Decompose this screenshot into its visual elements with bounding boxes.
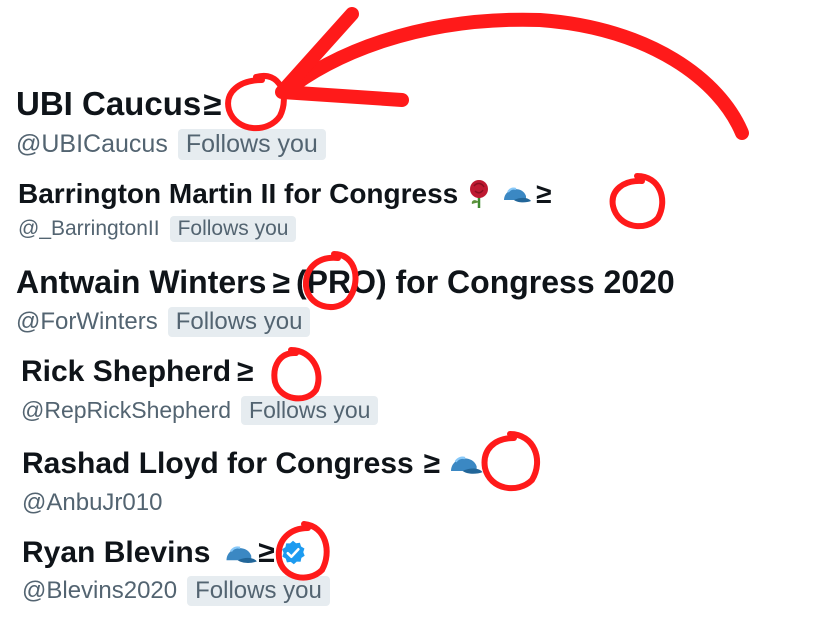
follows-you-badge: Follows you bbox=[187, 576, 330, 606]
geq-symbol: ≥ bbox=[423, 447, 441, 480]
geq-symbol: ≥ bbox=[272, 263, 290, 300]
blue-cap-emoji bbox=[500, 182, 532, 206]
username-handle[interactable]: @AnbuJr010 bbox=[22, 489, 162, 517]
profile-barrington-martin: Barrington Martin II for Congress ≥ @_Ba… bbox=[18, 176, 552, 243]
display-name-line[interactable]: Antwain Winters ≥ (PRO) for Congress 202… bbox=[16, 262, 675, 302]
username-handle[interactable]: @Blevins2020 bbox=[22, 577, 177, 605]
verified-badge-icon bbox=[279, 539, 307, 567]
rose-emoji bbox=[466, 179, 492, 209]
geq-symbol: ≥ bbox=[258, 536, 275, 569]
display-name[interactable]: Barrington Martin II for Congress bbox=[18, 178, 458, 210]
profile-rick-shepherd: Rick Shepherd ≥ @RepRickShepherd Follows… bbox=[21, 353, 379, 425]
display-name-line[interactable]: Ryan Blevins ≥ bbox=[22, 534, 330, 572]
follows-you-badge: Follows you bbox=[167, 307, 311, 337]
display-name[interactable]: Rick Shepherd bbox=[21, 355, 231, 389]
display-name-line[interactable]: Rashad Lloyd for Congress ≥ bbox=[22, 445, 484, 483]
profile-antwain-winters: Antwain Winters ≥ (PRO) for Congress 202… bbox=[16, 262, 675, 337]
username-handle[interactable]: @RepRickShepherd bbox=[21, 397, 231, 424]
username-handle[interactable]: @UBICaucus bbox=[16, 130, 168, 159]
annotation-circle bbox=[609, 173, 666, 229]
display-name[interactable]: Rashad Lloyd for Congress bbox=[22, 447, 414, 481]
geq-symbol: ≥ bbox=[536, 178, 552, 209]
blue-cap-emoji bbox=[222, 540, 258, 567]
username-handle[interactable]: @ForWinters bbox=[16, 308, 158, 336]
annotation-circle bbox=[481, 431, 540, 492]
username-handle[interactable]: @_BarringtonII bbox=[18, 217, 160, 241]
display-name-line[interactable]: Rick Shepherd ≥ bbox=[21, 353, 378, 391]
geq-symbol: ≥ bbox=[203, 85, 222, 122]
handle-line: @ForWinters Follows you bbox=[16, 307, 675, 337]
display-name-suffix[interactable]: (PRO) for Congress 2020 bbox=[296, 264, 675, 301]
handle-line: @AnbuJr010 bbox=[22, 489, 484, 517]
handle-line: @Blevins2020 Follows you bbox=[22, 576, 330, 606]
display-name-line[interactable]: UBI Caucus ≥ bbox=[16, 84, 326, 124]
follows-you-badge: Follows you bbox=[169, 216, 297, 243]
follows-you-badge: Follows you bbox=[177, 129, 326, 161]
display-name-line[interactable]: Barrington Martin II for Congress ≥ bbox=[18, 176, 552, 212]
profile-ubi-caucus: UBI Caucus ≥ @UBICaucus Follows you bbox=[16, 84, 326, 161]
blue-cap-emoji bbox=[446, 450, 484, 478]
follows-you-badge: Follows you bbox=[241, 396, 379, 425]
display-name[interactable]: UBI Caucus bbox=[16, 85, 201, 123]
display-name[interactable]: Ryan Blevins bbox=[22, 536, 210, 570]
profile-ryan-blevins: Ryan Blevins ≥ @Blevins2020 Follows you bbox=[22, 534, 330, 606]
display-name[interactable]: Antwain Winters bbox=[16, 264, 266, 301]
annotation-curved-arrow bbox=[278, 12, 749, 140]
geq-symbol: ≥ bbox=[237, 355, 254, 388]
handle-line: @_BarringtonII Follows you bbox=[18, 216, 552, 243]
handle-line: @RepRickShepherd Follows you bbox=[21, 396, 379, 425]
handle-line: @UBICaucus Follows you bbox=[16, 129, 326, 161]
profile-rashad-lloyd: Rashad Lloyd for Congress ≥ @AnbuJr010 bbox=[22, 445, 484, 517]
